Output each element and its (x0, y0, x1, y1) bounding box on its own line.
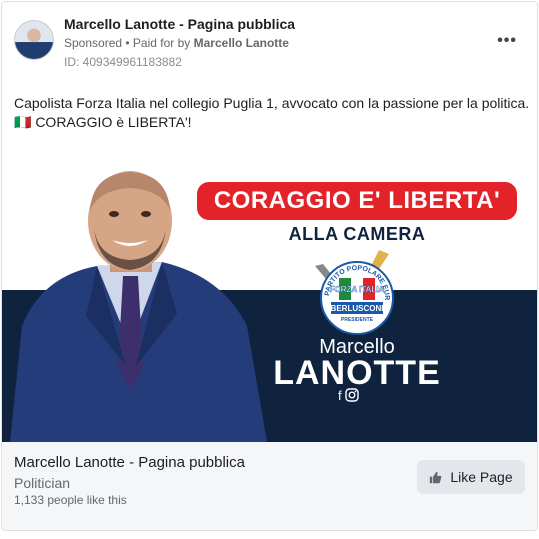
headline-banner: CORAGGIO E' LIBERTA' (197, 182, 517, 220)
post-text: Capolista Forza Italia nel collegio Pugl… (14, 94, 534, 132)
ad-id: ID: 409349961183882 (64, 55, 182, 69)
footer-category: Politician (14, 475, 71, 491)
meta-separator: • (122, 36, 133, 50)
sponsored-line: Sponsored • Paid for by Marcello Lanotte (64, 36, 289, 50)
logo-role-text: PRESIDENTE (341, 317, 374, 323)
ad-creative-image[interactable]: CORAGGIO E' LIBERTA' ALLA CAMERA PARTITO… (2, 166, 537, 442)
paid-for-prefix: Paid for by (132, 36, 194, 50)
forza-italia-logo: PARTITO POPOLARE EUROPEO FORZA ITALIA BE… (307, 244, 394, 335)
like-page-button[interactable]: Like Page (417, 460, 525, 494)
ad-post-card: Marcello Lanotte - Pagina pubblica Spons… (1, 1, 538, 531)
like-page-label: Like Page (450, 469, 513, 485)
ellipsis-icon[interactable]: ••• (497, 32, 517, 50)
logo-name-text: BERLUSCONI (331, 304, 384, 313)
facebook-icon: f (338, 388, 342, 403)
page-name-link[interactable]: Marcello Lanotte - Pagina pubblica (64, 16, 295, 32)
page-avatar[interactable] (14, 20, 54, 60)
paid-for-name: Marcello Lanotte (193, 36, 289, 50)
headline-text: CORAGGIO E' LIBERTA' (213, 187, 501, 214)
sponsored-label: Sponsored (64, 36, 123, 50)
footer-page-name[interactable]: Marcello Lanotte - Pagina pubblica (14, 454, 245, 471)
subline-text: ALLA CAMERA (288, 224, 426, 244)
page-footer: Marcello Lanotte - Pagina pubblica Polit… (2, 442, 537, 530)
instagram-icon (344, 388, 359, 402)
post-header: Marcello Lanotte - Pagina pubblica Spons… (2, 2, 537, 77)
thumbs-up-icon (430, 471, 442, 483)
footer-likes-count: 1,133 people like this (14, 493, 127, 507)
logo-flag-text: FORZA ITALIA (330, 285, 385, 294)
social-icons: f (338, 388, 359, 403)
post-text-line-2: 🇮🇹 CORAGGIO è LIBERTA'! (14, 114, 192, 130)
post-text-line-1: Capolista Forza Italia nel collegio Pugl… (14, 95, 530, 111)
